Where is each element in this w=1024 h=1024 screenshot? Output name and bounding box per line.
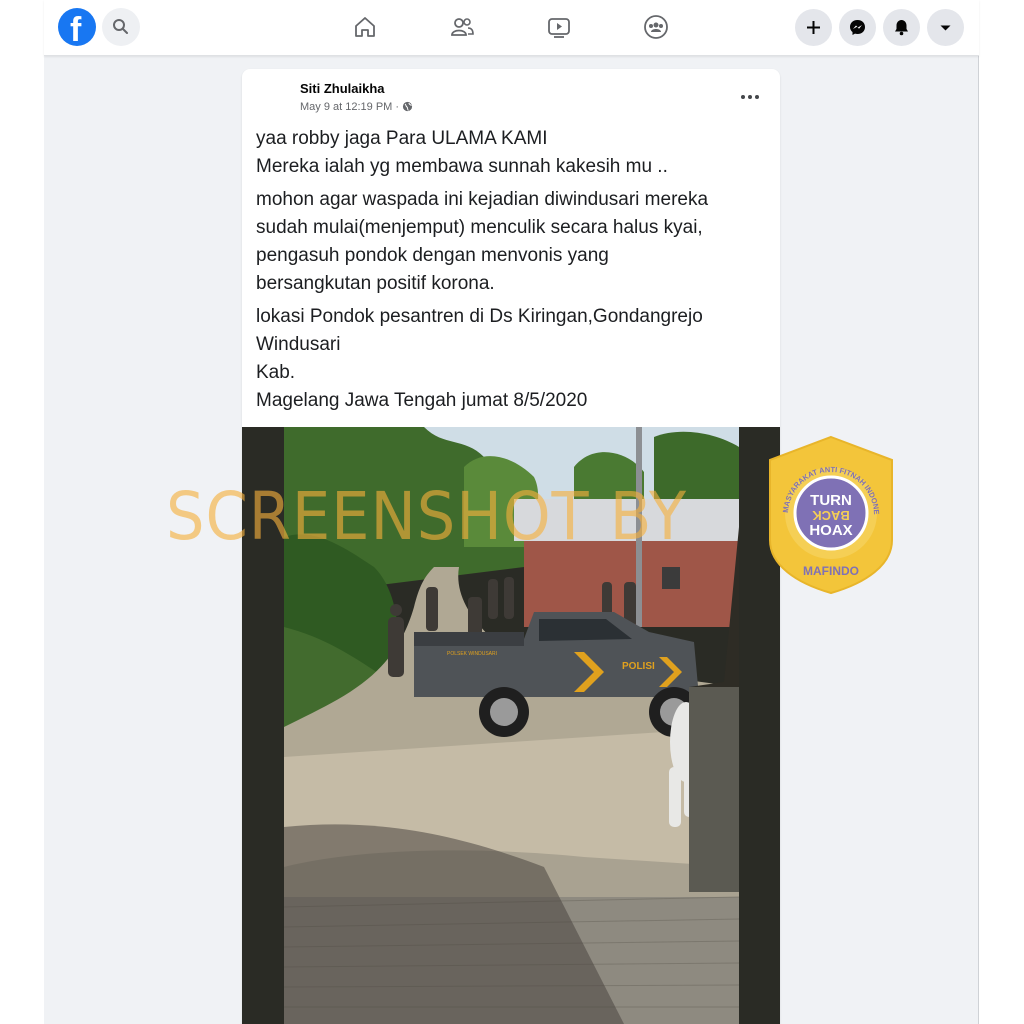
screenshot-frame: f Siti Zhulaikha May 9 at 12:19 PM · yaa… [0,0,1024,1024]
mafindo-badge-icon: TURN BACK HOAX MASYARAKAT ANTI FITNAH IN… [766,435,893,595]
create-button[interactable] [795,9,832,46]
globe-icon [402,101,413,112]
top-navigation-bar: f [44,0,979,56]
post-text-line: pengasuh pondok dengan menvonis yang [256,245,609,266]
friends-icon[interactable] [449,14,475,40]
post-text-line: Mereka ialah yg membawa sunnah kakesih m… [256,156,668,177]
badge-hoax-text: HOAX [809,522,852,539]
messenger-icon [850,20,865,35]
messenger-button[interactable] [839,9,876,46]
search-icon [113,19,128,34]
post-date[interactable]: May 9 at 12:19 PM · [300,101,399,113]
post-paragraph: lokasi Pondok pesantren di Ds Kiringan,G… [256,303,771,415]
post-author-name[interactable]: Siti Zhulaikha [300,81,385,96]
post-options-button[interactable] [738,87,762,107]
facebook-logo-letter: f [70,11,82,49]
more-horizontal-icon [741,95,759,99]
badge-back-text: BACK [812,508,850,523]
post-message: yaa robby jaga Para ULAMA KAMI Mereka ia… [256,125,771,420]
post-text-line: Kab. [256,362,296,383]
post-paragraph: yaa robby jaga Para ULAMA KAMI Mereka ia… [256,125,771,181]
home-icon[interactable] [352,14,378,40]
plus-icon [807,21,820,34]
screenshot-watermark: SCREENSHOT BY [166,478,688,555]
badge-mafindo-text: MAFINDO [803,564,859,578]
post-paragraph: mohon agar waspada ini kejadian diwindus… [256,186,771,298]
photo-wall [689,687,739,892]
post-timestamp[interactable]: May 9 at 12:19 PM · [300,101,413,113]
account-menu-button[interactable] [927,9,964,46]
post-text-line: Magelang Jawa Tengah jumat 8/5/2020 [256,390,588,411]
caret-down-icon [940,25,951,31]
post-text-line: bersangkutan positif korona. [256,273,495,294]
truck-bed-label: POLSEK WINDUSARI [447,651,497,657]
post-text-line: sudah mulai(menjemput) menculik secara h… [256,217,703,238]
post-text-line: yaa robby jaga Para ULAMA KAMI [256,128,548,149]
post-text-line: Windusari [256,334,341,355]
facebook-logo-icon[interactable]: f [58,8,96,49]
search-button[interactable] [102,8,140,46]
post-text-line: lokasi Pondok pesantren di Ds Kiringan,G… [256,306,703,327]
groups-icon[interactable] [643,14,669,40]
post-text-line: mohon agar waspada ini kejadian diwindus… [256,189,709,210]
badge-turn-text: TURN [810,492,852,509]
truck-door-label: POLISI [622,661,655,672]
notifications-button[interactable] [883,9,920,46]
watch-icon[interactable] [546,14,572,40]
bell-icon [895,20,908,36]
